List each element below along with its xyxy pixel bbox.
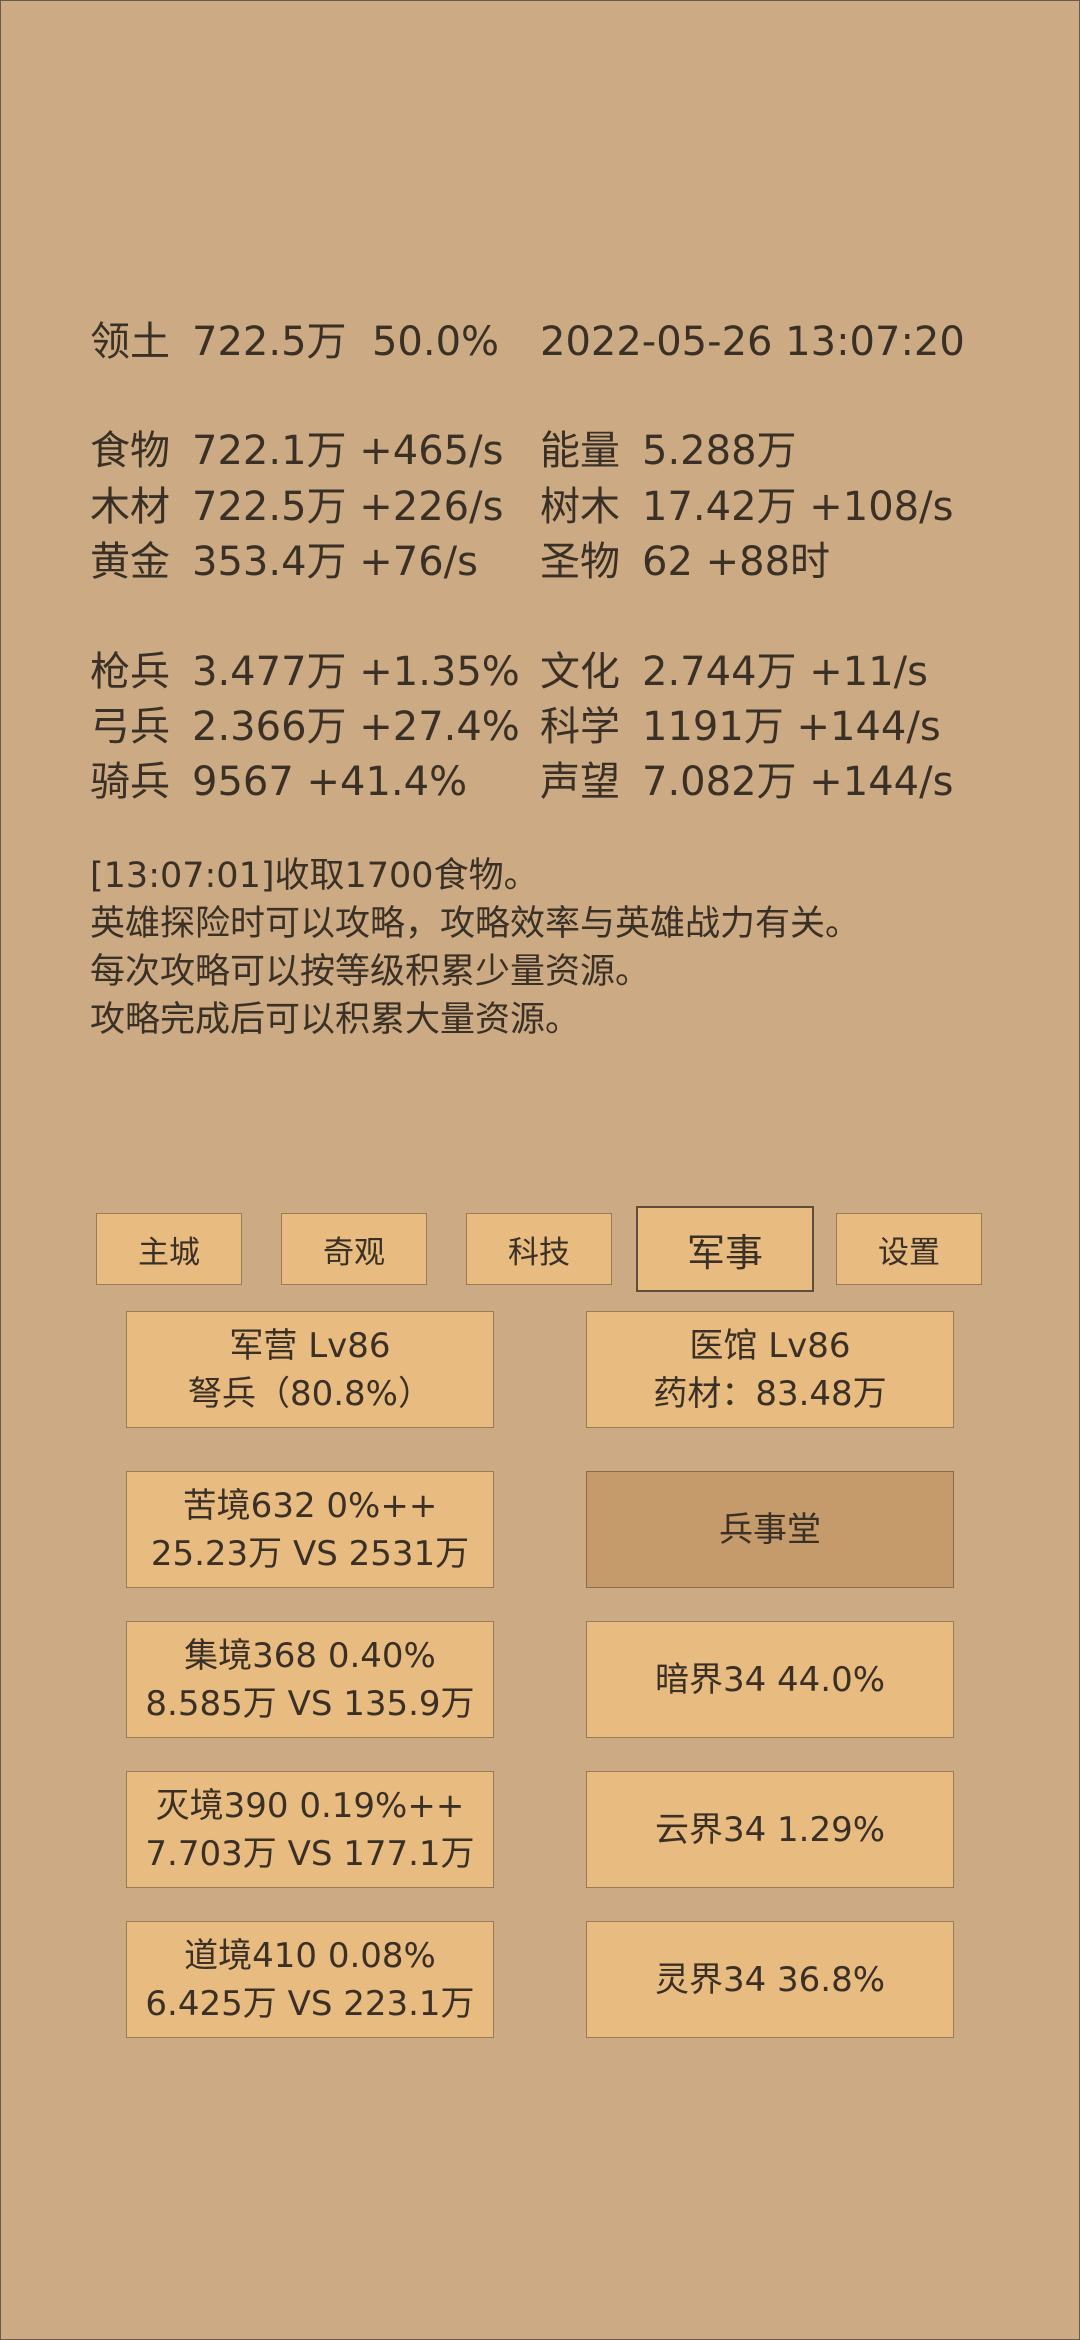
card-line: 6.425万 VS 223.1万 (145, 1983, 475, 2024)
clinic-button[interactable]: 医馆 Lv86 药材：83.48万 (586, 1311, 954, 1428)
card-line: 云界34 1.29% (654, 1809, 886, 1850)
tab-military[interactable]: 军事 (636, 1206, 814, 1292)
troop-label: 枪兵 (90, 649, 170, 695)
territory-row: 领土 722.5万 50.0% (90, 316, 499, 368)
lingjie-button[interactable]: 灵界34 36.8% (586, 1921, 954, 2038)
resource-wood: 木材 722.5万 +226/s (90, 481, 503, 533)
tab-settings[interactable]: 设置 (836, 1213, 982, 1285)
yunjie-button[interactable]: 云界34 1.29% (586, 1771, 954, 1888)
message-line: 每次攻略可以按等级积累少量资源。 (90, 952, 651, 992)
resource-label: 圣物 (540, 539, 620, 585)
resource-value: 722.1万 +465/s (192, 428, 504, 474)
card-line: 25.23万 VS 2531万 (150, 1533, 470, 1574)
tab-wonders[interactable]: 奇观 (281, 1213, 427, 1285)
card-line: 暗界34 44.0% (654, 1659, 886, 1700)
card-line: 灭境390 0.19%++ (155, 1785, 465, 1826)
card-line: 灵界34 36.8% (654, 1959, 886, 2000)
troop-value: 2.366万 +27.4% (192, 704, 520, 750)
stat-value: 1191万 +144/s (642, 704, 941, 750)
territory-value: 722.5万 (192, 319, 347, 365)
troop-label: 弓兵 (90, 704, 170, 750)
message-line: 攻略完成后可以积累大量资源。 (90, 1000, 581, 1040)
card-line: 8.585万 VS 135.9万 (145, 1683, 475, 1724)
card-line: 弩兵（80.8%） (187, 1373, 432, 1414)
bingshitang-button[interactable]: 兵事堂 (586, 1471, 954, 1588)
daojing-button[interactable]: 道境410 0.08% 6.425万 VS 223.1万 (126, 1921, 494, 2038)
stat-culture: 文化 2.744万 +11/s (540, 646, 928, 698)
resource-relics: 圣物 62 +88时 (540, 536, 830, 588)
resource-label: 树木 (540, 484, 620, 530)
stat-prestige: 声望 7.082万 +144/s (540, 756, 953, 808)
card-line: 集境368 0.40% (184, 1635, 436, 1676)
miejing-button[interactable]: 灭境390 0.19%++ 7.703万 VS 177.1万 (126, 1771, 494, 1888)
message-line: [13:07:01]收取1700食物。 (90, 856, 539, 896)
resource-label: 木材 (90, 484, 170, 530)
resource-value: 353.4万 +76/s (192, 539, 478, 585)
jijing-button[interactable]: 集境368 0.40% 8.585万 VS 135.9万 (126, 1621, 494, 1738)
datetime: 2022-05-26 13:07:20 (540, 319, 965, 365)
resource-energy: 能量 5.288万 (540, 425, 797, 477)
troop-label: 骑兵 (90, 759, 170, 805)
territory-percent: 50.0% (371, 319, 500, 365)
troop-cavalry: 骑兵 9567 +41.4% (90, 756, 467, 808)
card-line: 苦境632 0%++ (182, 1485, 438, 1526)
resource-value: 5.288万 (642, 428, 797, 474)
resource-value: 722.5万 +226/s (192, 484, 504, 530)
territory-label: 领土 (90, 319, 170, 365)
troop-value: 9567 +41.4% (192, 759, 468, 805)
card-line: 医馆 Lv86 (689, 1325, 851, 1366)
stat-label: 声望 (540, 759, 620, 805)
card-line: 兵事堂 (719, 1509, 821, 1550)
resource-label: 食物 (90, 428, 170, 474)
card-line: 7.703万 VS 177.1万 (145, 1833, 475, 1874)
kujing-button[interactable]: 苦境632 0%++ 25.23万 VS 2531万 (126, 1471, 494, 1588)
card-line: 军营 Lv86 (229, 1325, 391, 1366)
resource-label: 能量 (540, 428, 620, 474)
stat-label: 文化 (540, 649, 620, 695)
stat-value: 2.744万 +11/s (642, 649, 928, 695)
barracks-button[interactable]: 军营 Lv86 弩兵（80.8%） (126, 1311, 494, 1428)
resource-food: 食物 722.1万 +465/s (90, 425, 503, 477)
anjie-button[interactable]: 暗界34 44.0% (586, 1621, 954, 1738)
troop-archers: 弓兵 2.366万 +27.4% (90, 701, 520, 753)
resource-label: 黄金 (90, 539, 170, 585)
tab-main-city[interactable]: 主城 (96, 1213, 242, 1285)
card-line: 药材：83.48万 (653, 1373, 887, 1414)
message-log: [13:07:01]收取1700食物。 英雄探险时可以攻略，攻略效率与英雄战力有… (90, 852, 860, 1044)
resource-gold: 黄金 353.4万 +76/s (90, 536, 478, 588)
message-line: 英雄探险时可以攻略，攻略效率与英雄战力有关。 (90, 904, 861, 944)
tab-technology[interactable]: 科技 (466, 1213, 612, 1285)
troop-spearmen: 枪兵 3.477万 +1.35% (90, 646, 520, 698)
resource-value: 17.42万 +108/s (642, 484, 954, 530)
stat-value: 7.082万 +144/s (642, 759, 954, 805)
stat-label: 科学 (540, 704, 620, 750)
resource-value: 62 +88时 (642, 539, 831, 585)
resource-trees: 树木 17.42万 +108/s (540, 481, 953, 533)
stat-science: 科学 1191万 +144/s (540, 701, 941, 753)
troop-value: 3.477万 +1.35% (192, 649, 520, 695)
card-line: 道境410 0.08% (184, 1935, 436, 1976)
